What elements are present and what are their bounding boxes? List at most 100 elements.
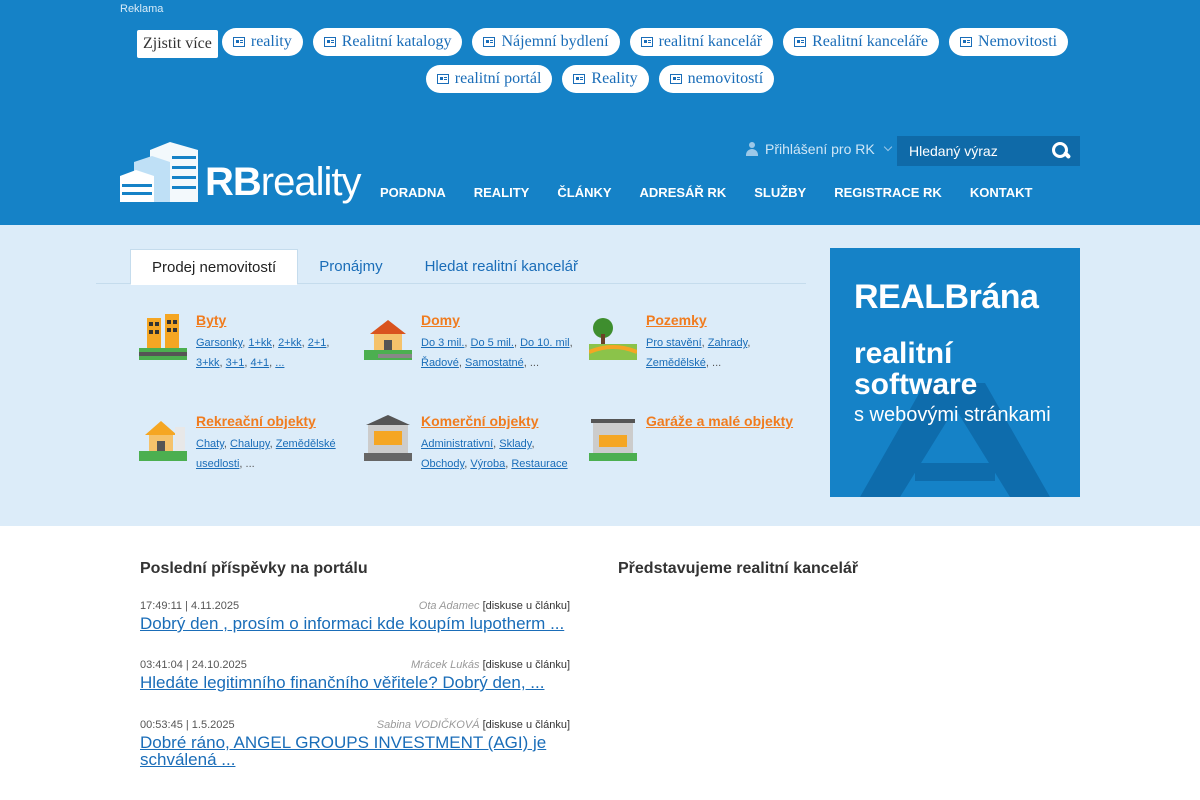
ad-link-pill[interactable]: realitní portál	[425, 65, 553, 93]
category-link[interactable]: 3+kk	[196, 357, 220, 369]
category-links: Chaty, Chalupy, Zemědělské usedlosti, ..…	[196, 438, 336, 470]
category-title[interactable]: Garáže a malé objekty	[646, 413, 793, 429]
ad-more-button[interactable]: Zjistit více	[137, 30, 218, 58]
category-links-tail: , ...	[705, 357, 722, 369]
category-link[interactable]: Výroba	[470, 458, 505, 470]
post-date: 03:41:04 | 24.10.2025	[140, 659, 247, 671]
tab-0[interactable]: Prodej nemovitostí	[130, 249, 299, 285]
ad-row-2: realitní portál Reality nemovitostí	[120, 63, 1080, 95]
category-link[interactable]: Do 3 mil.	[421, 337, 464, 349]
category-links-tail: , ...	[239, 458, 255, 470]
site-logo[interactable]: RBreality	[120, 140, 361, 206]
category-link[interactable]: 2+1	[308, 337, 327, 349]
category-link[interactable]: 4+1	[250, 357, 269, 369]
search-input[interactable]	[897, 136, 1047, 166]
category-links: Garsonky, 1+kk, 2+kk, 2+1, 3+kk, 3+1, 4+…	[196, 337, 330, 369]
category-link[interactable]: Obchody	[421, 458, 464, 470]
category-link[interactable]: 1+kk	[248, 337, 272, 349]
login-link[interactable]: Přihlášení pro RK	[745, 141, 892, 157]
ad-link-icon	[483, 37, 496, 47]
posts-heading: Poslední příspěvky na portálu	[140, 560, 368, 577]
ad-link-icon	[232, 37, 245, 47]
category-title[interactable]: Pozemky	[646, 312, 707, 328]
ad-link-pill[interactable]: Realitní kanceláře	[783, 28, 940, 56]
category-link[interactable]: Sklady	[499, 438, 531, 450]
nav-item-6[interactable]: KONTAKT	[956, 178, 1047, 208]
category-link[interactable]: Restaurace	[511, 458, 567, 470]
ad-link-pill[interactable]: Realitní katalogy	[312, 28, 463, 56]
category-link[interactable]: Pro stavění	[646, 337, 702, 349]
post-title-link[interactable]: Hledáte legitimního finančního věřitele?…	[140, 674, 570, 691]
site-header: Reklama Zjistit více reality Realitní kat…	[0, 0, 1200, 225]
banner-subtitle: realitní software	[854, 337, 978, 401]
nav-item-4[interactable]: SLUŽBY	[740, 178, 820, 208]
ad-link-icon	[794, 37, 807, 47]
logo-wordmark: RBreality	[205, 160, 361, 204]
commercial-building-icon[interactable]	[364, 413, 412, 461]
category-title[interactable]: Komerční objekty	[421, 413, 538, 429]
category-link[interactable]: Garsonky	[196, 337, 242, 349]
category-link[interactable]: Zahrady	[708, 337, 748, 349]
house-icon[interactable]	[364, 312, 412, 360]
post-discussion-link[interactable]: [diskuse u článku]	[483, 659, 570, 671]
post-date: 17:49:11 | 4.11.2025	[140, 600, 240, 612]
post-discussion-link[interactable]: [diskuse u článku]	[483, 600, 570, 612]
ad-link-icon	[323, 37, 336, 47]
category-link[interactable]: 2+kk	[278, 337, 302, 349]
nav-item-5[interactable]: REGISTRACE RK	[820, 178, 956, 208]
tab-2[interactable]: Hledat realitní kancelář	[404, 249, 599, 284]
ad-label: Reklama	[120, 3, 164, 15]
realbrana-banner[interactable]: REALBrána realitní software s webovými s…	[830, 248, 1080, 497]
ad-link-icon	[640, 37, 653, 47]
post-title-link[interactable]: Dobré ráno, ANGEL GROUPS INVESTMENT (AGI…	[140, 734, 570, 768]
ad-link-pill[interactable]: Nemovitosti	[949, 28, 1069, 56]
ad-link-label: Nemovitosti	[978, 33, 1058, 50]
nav-item-1[interactable]: REALITY	[460, 178, 544, 208]
ad-link-label: Realitní kanceláře	[812, 33, 929, 50]
category-title[interactable]: Rekreační objekty	[196, 413, 316, 429]
category-link[interactable]: ...	[275, 357, 284, 369]
nav-item-2[interactable]: ČLÁNKY	[543, 178, 625, 208]
post-date: 00:53:45 | 1.5.2025	[140, 719, 235, 731]
category-link[interactable]: Do 10. mil	[520, 337, 570, 349]
ad-link-pill[interactable]: Reality	[562, 65, 649, 93]
nav-item-3[interactable]: ADRESÁŘ RK	[626, 178, 741, 208]
category-link[interactable]: 3+1	[226, 357, 245, 369]
category-link[interactable]: Zemědělské	[646, 357, 706, 369]
ad-link-pill[interactable]: nemovitostí	[658, 65, 775, 93]
category-title[interactable]: Domy	[421, 312, 460, 328]
chevron-down-icon	[883, 142, 892, 152]
post-meta-right: Sabina VODIČKOVÁ [diskuse u článku]	[377, 719, 570, 731]
garage-icon[interactable]	[589, 413, 637, 461]
ad-link-label: realitní portál	[454, 70, 542, 87]
ad-links-area: Zjistit více reality Realitní katalogy Náj…	[120, 26, 1080, 100]
tree-land-icon[interactable]	[588, 312, 638, 360]
nav-item-0[interactable]: PORADNA	[366, 178, 460, 208]
apartment-building-icon[interactable]	[139, 312, 187, 360]
ad-row-1: reality Realitní katalogy Nájemní bydlení r…	[120, 26, 1080, 58]
ad-link-icon	[960, 37, 973, 47]
post-meta: 17:49:11 | 4.11.2025 Ota Adamec [diskuse …	[140, 600, 570, 614]
post-meta-right: Mrácek Lukás [diskuse u článku]	[411, 659, 570, 671]
post-meta: 00:53:45 | 1.5.2025 Sabina VODIČKOVÁ [dis…	[140, 719, 570, 733]
ad-link-icon	[669, 74, 682, 84]
category-link[interactable]: Chaty	[196, 438, 224, 450]
ad-link-pill[interactable]: Nájemní bydlení	[472, 28, 620, 56]
login-label: Přihlášení pro RK	[765, 141, 875, 157]
cottage-icon[interactable]	[139, 413, 187, 461]
banner-title: REALBrána	[854, 278, 1039, 316]
post-title-link[interactable]: Dobrý den , prosím o informaci kde koupí…	[140, 615, 570, 632]
category-link[interactable]: Do 5 mil.	[471, 337, 514, 349]
post-author: Ota Adamec	[418, 600, 480, 612]
ad-link-pill[interactable]: reality	[221, 28, 303, 56]
category-link[interactable]: Samostatné	[465, 357, 524, 369]
category-link[interactable]: Řadové	[421, 357, 459, 369]
category-title[interactable]: Byty	[196, 312, 226, 328]
ad-link-pill[interactable]: realitní kancelář	[629, 28, 774, 56]
category-link[interactable]: Chalupy	[230, 438, 270, 450]
search-icon[interactable]	[1051, 141, 1071, 161]
ad-link-label: reality	[250, 33, 292, 50]
category-link[interactable]: Administrativní	[421, 438, 493, 450]
post-discussion-link[interactable]: [diskuse u článku]	[483, 719, 570, 731]
tab-1[interactable]: Pronájmy	[298, 249, 403, 284]
